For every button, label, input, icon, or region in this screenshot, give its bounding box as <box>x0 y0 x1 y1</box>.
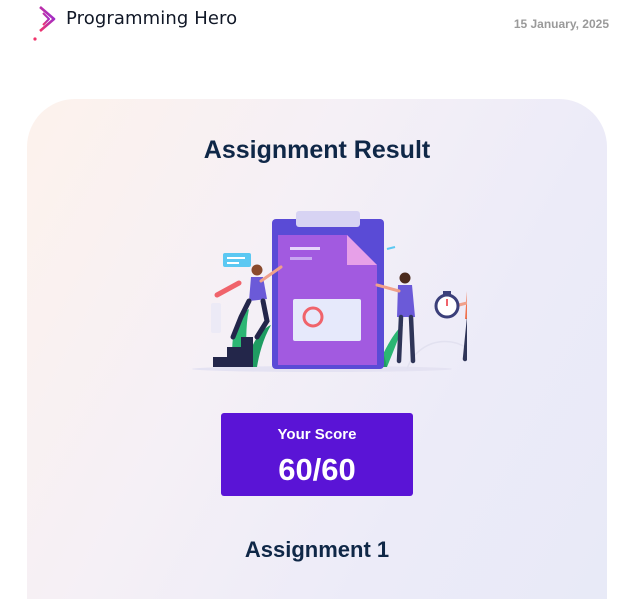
result-card: Assignment Result Your Score 60/60 Assig… <box>27 99 607 599</box>
score-label: Your Score <box>277 426 357 443</box>
email-date: 15 January, 2025 <box>513 17 609 31</box>
programming-hero-logo-icon <box>33 3 56 41</box>
assignment-name: Assignment 1 <box>244 537 390 562</box>
clipboard-team-illustration <box>192 211 467 372</box>
score-box: Your Score 60/60 <box>221 413 413 496</box>
card-title: Assignment Result <box>203 136 431 164</box>
brand-name: Programming Hero <box>66 8 238 29</box>
score-value: 60/60 <box>278 452 356 487</box>
